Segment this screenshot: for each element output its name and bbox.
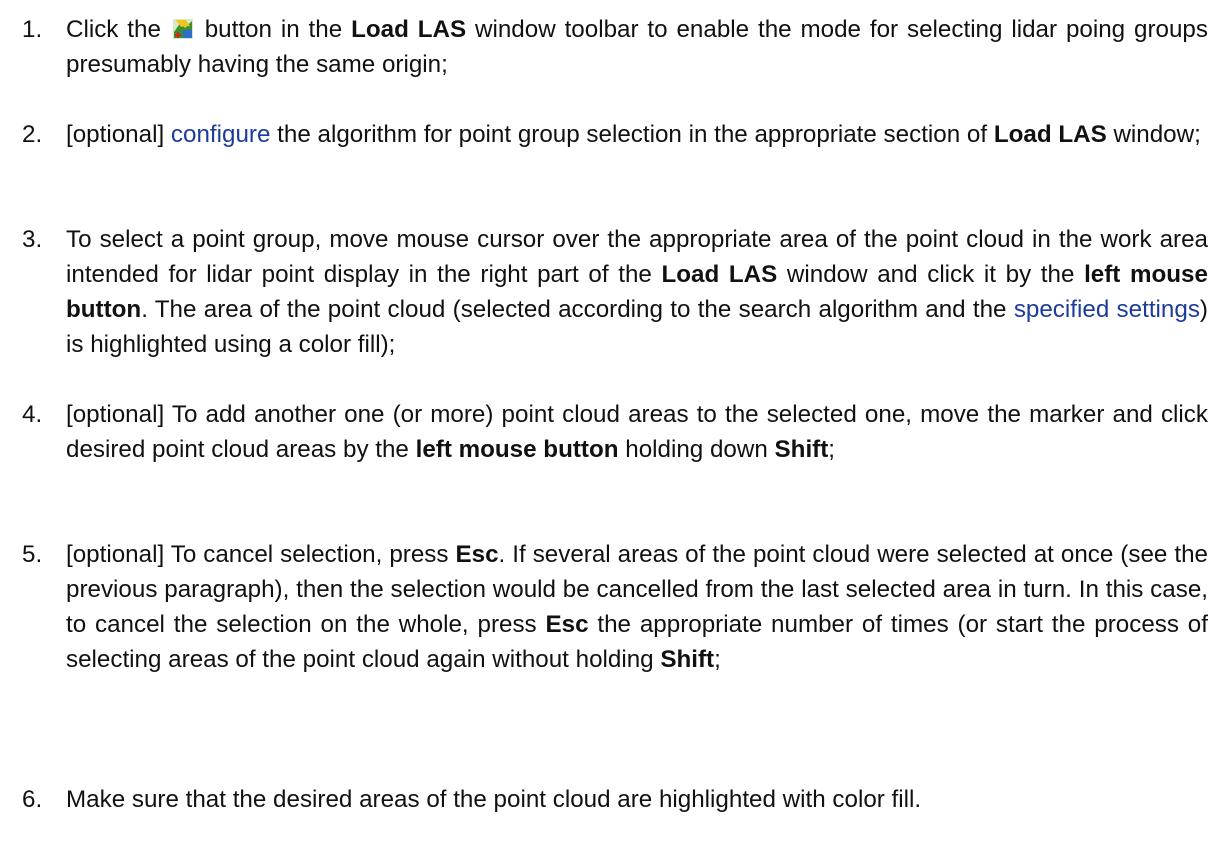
specified-settings-link[interactable]: specified settings — [1014, 296, 1200, 323]
step-number: 1. — [22, 16, 43, 43]
step-number: 4. — [22, 401, 43, 428]
key-name: Esc — [545, 611, 589, 638]
step-text-segment: ; — [714, 646, 721, 673]
key-name: Esc — [455, 541, 499, 568]
step-text-segment: Make sure that the desired areas of the … — [66, 786, 922, 813]
select-point-group-toolbar-icon — [172, 15, 194, 39]
step-text: To select a point group, move mouse curs… — [66, 222, 1208, 362]
configure-link[interactable]: configure — [171, 121, 271, 148]
step-text: Click the button in the Load LAS window … — [66, 12, 1208, 82]
step-text-segment: Click the — [66, 16, 161, 43]
window-name: Load LAS — [351, 16, 467, 43]
step-number: 5. — [22, 541, 43, 568]
step-text: [optional] To cancel selection, press Es… — [66, 537, 1208, 677]
step-text: [optional] To add another one (or more) … — [66, 397, 1208, 467]
key-name: Shift — [660, 646, 715, 673]
step-number: 6. — [22, 786, 43, 813]
step-text-segment: window and click it by the — [786, 261, 1075, 288]
window-name: Load LAS — [993, 121, 1107, 148]
key-name: Shift — [774, 436, 829, 463]
step-number: 2. — [22, 121, 43, 148]
window-name: Load LAS — [661, 261, 778, 288]
step-number: 3. — [22, 226, 43, 253]
step-text-segment: holding down — [625, 436, 768, 463]
step-text-segment: button in the — [204, 16, 343, 43]
step-text-segment: window; — [1113, 121, 1201, 148]
mouse-button-name: left mouse button — [415, 436, 619, 463]
step-text-segment: . The area of the point cloud (selected … — [141, 296, 1007, 323]
step-text-segment: ; — [828, 436, 836, 463]
step-text: Make sure that the desired areas of the … — [66, 782, 1208, 817]
step-text-segment: the algorithm for point group selection … — [277, 121, 988, 148]
step-text: [optional] configure the algorithm for p… — [66, 117, 1208, 152]
step-text-segment: [optional] — [66, 121, 165, 148]
step-text-segment: [optional] To cancel selection, press — [66, 541, 449, 568]
